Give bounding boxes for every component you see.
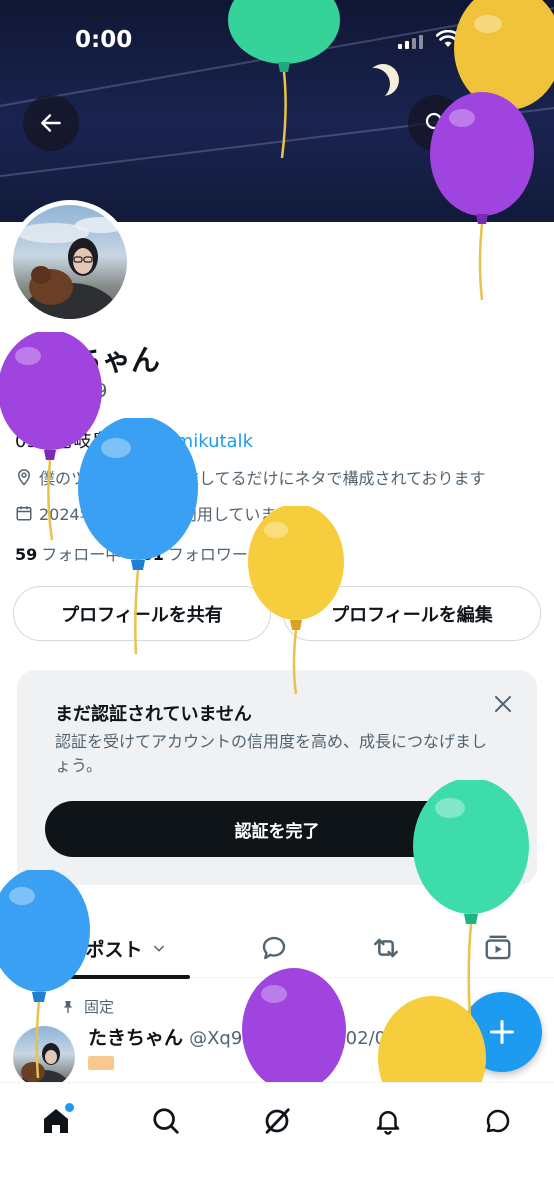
- calendar-icon: [16, 506, 32, 521]
- battery-icon: [467, 31, 511, 50]
- verification-card: まだ認証されていません 認証を受けてアカウントの信用度を高め、成長につなげましょ…: [17, 670, 537, 885]
- bio-hashtag-link[interactable]: #mikutalk: [161, 431, 253, 452]
- plus-icon: [489, 1019, 515, 1045]
- status-time: 0:00: [75, 27, 133, 53]
- post-author[interactable]: たきちゃん: [88, 1027, 183, 1049]
- pinned-label: 固定: [84, 998, 115, 1016]
- close-icon[interactable]: [491, 692, 515, 716]
- profile-name: たきちゃん: [15, 343, 161, 377]
- profile-joined: 2024年7月からXを利用しています: [15, 501, 312, 525]
- tab-posts-label: ポスト: [85, 938, 143, 961]
- verification-body: 認証を受けてアカウントの信用度を高め、成長につなげましょう。: [55, 732, 488, 775]
- back-button[interactable]: [23, 95, 79, 151]
- video-icon: [485, 935, 511, 960]
- nav-explore[interactable]: [146, 1101, 186, 1141]
- cellular-signal-icon: [398, 35, 423, 49]
- post-meta: @Xq9469 · 2026/02/05: [189, 1028, 398, 1049]
- nav-home[interactable]: [36, 1101, 76, 1141]
- complete-verification-button[interactable]: 認証を完了: [45, 801, 509, 857]
- post-avatar[interactable]: [13, 1026, 75, 1088]
- notification-dot: [65, 1103, 74, 1112]
- share-profile-button[interactable]: プロフィールを共有: [13, 586, 271, 641]
- banner-wire: [0, 0, 554, 114]
- following-label: フォロー中: [41, 545, 122, 564]
- profile-handle: @Xq9469: [15, 380, 108, 402]
- location-pin-icon: [17, 469, 31, 486]
- nav-grok[interactable]: [257, 1101, 297, 1141]
- location-text: 僕のツイートは金村推してるだけにネタで構成されております: [39, 469, 486, 488]
- verification-title: まだ認証されていません: [55, 704, 252, 725]
- following-link[interactable]: 59 フォロー中: [15, 545, 121, 564]
- repost-icon: [374, 938, 398, 958]
- search-button[interactable]: [408, 95, 464, 151]
- pin-icon: [64, 1000, 72, 1013]
- pinned-indicator: 固定: [60, 996, 114, 1017]
- chevron-right-icon[interactable]: [298, 505, 312, 521]
- post-emoji: [88, 1056, 114, 1070]
- bottom-navigation: [0, 1082, 554, 1200]
- message-icon: [486, 1109, 510, 1133]
- avatar-image: [13, 205, 127, 319]
- slash-circle-icon: [265, 1108, 290, 1134]
- post-icon: [53, 937, 76, 959]
- banner-wire: [0, 92, 554, 182]
- profile-avatar[interactable]: [8, 200, 132, 324]
- tab-posts[interactable]: ポスト: [28, 918, 190, 978]
- compose-button[interactable]: [462, 992, 542, 1072]
- following-count: 59: [15, 545, 38, 564]
- tab-media[interactable]: [472, 918, 524, 978]
- followers-label: フォロワー: [167, 545, 248, 564]
- bell-icon: [376, 1111, 400, 1135]
- tab-reposts[interactable]: [360, 918, 412, 978]
- nav-messages[interactable]: [478, 1101, 518, 1141]
- active-tab-indicator: [28, 975, 190, 979]
- chevron-down-icon[interactable]: [151, 940, 167, 956]
- search-icon: [153, 1108, 179, 1134]
- tab-replies[interactable]: [248, 918, 300, 978]
- bio-text: 03 | 壱岐島 | ♂ |: [15, 431, 161, 452]
- profile-location: 僕のツイートは金村推してるだけにネタで構成されております: [15, 465, 486, 489]
- profile-tabs: ポスト: [0, 918, 554, 978]
- speech-bubble-icon: [262, 936, 286, 960]
- follow-stats: 59 フォロー中 61 フォロワー: [15, 541, 248, 565]
- followers-link[interactable]: 61 フォロワー: [142, 545, 248, 564]
- moon-image: [358, 68, 390, 100]
- search-icon: [425, 112, 447, 134]
- joined-text: 2024年7月からXを利用しています: [39, 505, 293, 524]
- nav-notifications[interactable]: [368, 1101, 408, 1141]
- wifi-icon: [436, 30, 460, 47]
- post-header: たきちゃん @Xq9469 · 2026/02/05: [88, 1023, 398, 1050]
- profile-bio: 03 | 壱岐島 | ♂ | #mikutalk: [15, 427, 253, 453]
- edit-profile-button[interactable]: プロフィールを編集: [283, 586, 541, 641]
- followers-count: 61: [141, 545, 164, 564]
- arrow-left-icon: [41, 114, 61, 132]
